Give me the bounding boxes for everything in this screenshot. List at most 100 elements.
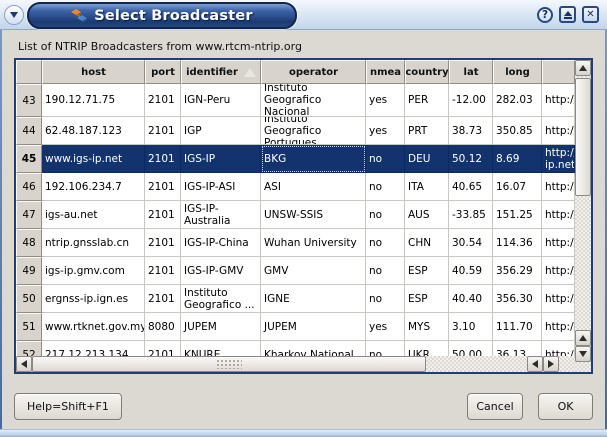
cell-port: 8080 bbox=[145, 313, 181, 341]
row-number[interactable]: 47 bbox=[16, 201, 42, 229]
cell-host: 192.106.234.7 bbox=[42, 173, 145, 201]
cell-operator: IGNE bbox=[261, 285, 366, 313]
column-header-identifier[interactable]: identifier bbox=[181, 60, 261, 84]
scroll-left-button-2[interactable] bbox=[527, 356, 543, 372]
close-icon: ✕ bbox=[586, 9, 594, 20]
cell-host: 190.12.71.75 bbox=[42, 84, 145, 117]
cell-long: 350.85 bbox=[493, 117, 542, 145]
titlebar-help-button[interactable]: ? bbox=[537, 7, 553, 23]
sort-ascending-icon bbox=[244, 68, 256, 77]
row-number[interactable]: 51 bbox=[16, 313, 42, 341]
table-row[interactable]: 44 62.48.187.123 2101 IGP Instituto Geog… bbox=[16, 117, 575, 145]
column-header-operator[interactable]: operator bbox=[261, 60, 366, 84]
help-button[interactable]: Help=Shift+F1 bbox=[14, 393, 122, 420]
v-scroll-thumb[interactable] bbox=[575, 78, 591, 196]
cell-host: igs-ip.gmv.com bbox=[42, 257, 145, 285]
scroll-left-button[interactable] bbox=[16, 356, 32, 372]
window-title: Select Broadcaster bbox=[94, 8, 253, 24]
table-row-selected[interactable]: 45 www.igs-ip.net 2101 IGS-IP BKG no DEU… bbox=[16, 145, 575, 173]
row-number[interactable]: 43 bbox=[16, 84, 42, 117]
cell-long: 356.30 bbox=[493, 285, 542, 313]
cell-url: http://r bbox=[542, 257, 575, 285]
cell-port: 2101 bbox=[145, 173, 181, 201]
cell-host: 217.12.213.134 bbox=[42, 341, 145, 356]
scroll-up-button[interactable] bbox=[575, 60, 591, 76]
row-number[interactable]: 44 bbox=[16, 117, 42, 145]
column-header-country[interactable]: country bbox=[405, 60, 449, 84]
cell-nmea: no bbox=[366, 201, 405, 229]
cell-country: ITA bbox=[405, 173, 449, 201]
column-header-long[interactable]: long bbox=[493, 60, 542, 84]
column-header-port[interactable]: port bbox=[145, 60, 181, 84]
cell-url: http://w bbox=[542, 341, 575, 356]
row-number[interactable]: 45 bbox=[16, 145, 42, 173]
cell-identifier: JUPEM bbox=[181, 313, 261, 341]
window-title-tab[interactable]: Select Broadcaster bbox=[27, 2, 297, 29]
cell-operator: GMV bbox=[261, 257, 366, 285]
cell-host: ntrip.gnsslab.cn bbox=[42, 229, 145, 257]
column-header-lat[interactable]: lat bbox=[449, 60, 493, 84]
table-grid: host port identifier operator nmea count… bbox=[16, 60, 575, 372]
cell-host: ergnss-ip.ign.es bbox=[42, 285, 145, 313]
scroll-right-button[interactable] bbox=[543, 356, 559, 372]
cell-long: 16.07 bbox=[493, 173, 542, 201]
v-scrollbar[interactable] bbox=[575, 60, 591, 372]
down-arrow-icon bbox=[579, 351, 587, 357]
cell-nmea: no bbox=[366, 229, 405, 257]
chevron-down-icon bbox=[10, 12, 18, 18]
column-header-url[interactable] bbox=[542, 60, 575, 84]
window-menu-button[interactable] bbox=[4, 5, 24, 25]
cell-country: MYS bbox=[405, 313, 449, 341]
cell-url: http://i bbox=[542, 84, 575, 117]
cell-port: 2101 bbox=[145, 257, 181, 285]
table-row[interactable]: 52 217.12.213.134 2101 KNURE Kharkov Nat… bbox=[16, 341, 575, 356]
cell-long: 282.03 bbox=[493, 84, 542, 117]
cell-operator: Kharkov National bbox=[261, 341, 366, 356]
cell-lat: 50.00 bbox=[449, 341, 493, 356]
cell-lat: 40.65 bbox=[449, 173, 493, 201]
row-number[interactable]: 49 bbox=[16, 257, 42, 285]
ok-button[interactable]: OK bbox=[538, 393, 593, 420]
column-header-rownum[interactable] bbox=[16, 60, 42, 84]
cell-port: 2101 bbox=[145, 229, 181, 257]
table-row[interactable]: 47 igs-au.net 2101 IGS-IP-Australia UNSW… bbox=[16, 201, 575, 229]
row-number[interactable]: 48 bbox=[16, 229, 42, 257]
cell-url: http://w bbox=[542, 313, 575, 341]
cell-nmea: no bbox=[366, 145, 405, 173]
table-row[interactable]: 51 www.rtknet.gov.my 8080 JUPEM JUPEM ye… bbox=[16, 313, 575, 341]
column-header-host[interactable]: host bbox=[42, 60, 145, 84]
h-scrollbar[interactable] bbox=[16, 356, 575, 372]
cell-operator: ASI bbox=[261, 173, 366, 201]
shade-button[interactable] bbox=[559, 6, 576, 23]
table-row[interactable]: 46 192.106.234.7 2101 IGS-IP-ASI ASI no … bbox=[16, 173, 575, 201]
cell-lat: -12.00 bbox=[449, 84, 493, 117]
row-number[interactable]: 50 bbox=[16, 285, 42, 313]
titlebar: Select Broadcaster ? ✕ bbox=[0, 0, 607, 30]
cell-lat: 30.54 bbox=[449, 229, 493, 257]
cell-identifier: IGP bbox=[181, 117, 261, 145]
scroll-down-button[interactable] bbox=[575, 346, 591, 362]
h-scroll-thumb[interactable] bbox=[32, 356, 426, 372]
cell-nmea: no bbox=[366, 257, 405, 285]
close-button[interactable]: ✕ bbox=[582, 6, 599, 23]
up-arrow-icon bbox=[579, 65, 587, 71]
cell-host: 62.48.187.123 bbox=[42, 117, 145, 145]
row-number[interactable]: 52 bbox=[16, 341, 42, 356]
cell-operator: JUPEM bbox=[261, 313, 366, 341]
table-row[interactable]: 49 igs-ip.gmv.com 2101 IGS-IP-GMV GMV no… bbox=[16, 257, 575, 285]
table-row[interactable]: 50 ergnss-ip.ign.es 2101 Instituto Geogr… bbox=[16, 285, 575, 313]
cancel-button[interactable]: Cancel bbox=[467, 393, 523, 420]
scroll-up-button-2[interactable] bbox=[575, 330, 591, 346]
cell-lat: 38.73 bbox=[449, 117, 493, 145]
table-row[interactable]: 48 ntrip.gnsslab.cn 2101 IGS-IP-China Wu… bbox=[16, 229, 575, 257]
row-number[interactable]: 46 bbox=[16, 173, 42, 201]
window-border-left bbox=[0, 30, 2, 437]
table-body: 43 190.12.71.75 2101 IGN-Peru Instituto … bbox=[16, 84, 575, 356]
column-header-nmea[interactable]: nmea bbox=[366, 60, 405, 84]
table-row[interactable]: 43 190.12.71.75 2101 IGN-Peru Instituto … bbox=[16, 84, 575, 117]
cell-identifier: IGN-Peru bbox=[181, 84, 261, 117]
broadcaster-table: host port identifier operator nmea count… bbox=[14, 58, 593, 374]
cell-url: http://w bbox=[542, 285, 575, 313]
cell-nmea: no bbox=[366, 173, 405, 201]
cell-long: 114.36 bbox=[493, 229, 542, 257]
